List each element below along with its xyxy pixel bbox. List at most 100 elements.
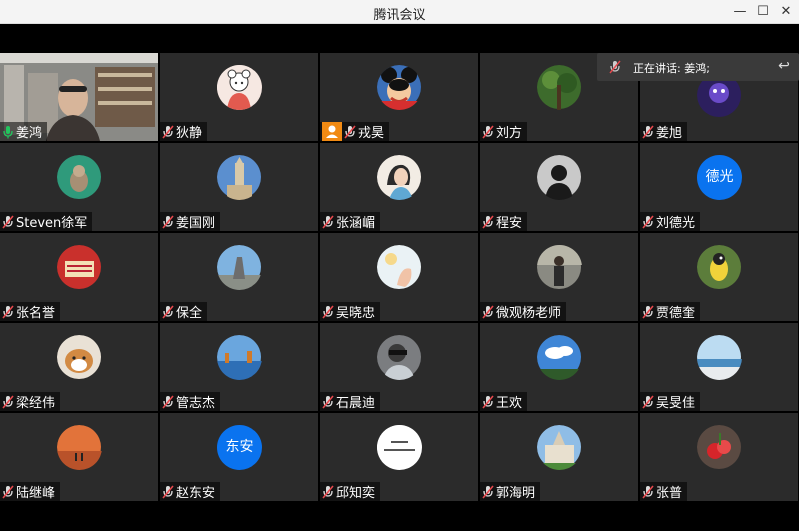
participant-name: 石晨迪 (336, 396, 376, 411)
participant-avatar (377, 245, 422, 290)
speaker-mic-icon (609, 60, 621, 74)
mic-muted-icon (642, 304, 654, 319)
participant-label: 赵东安 (160, 482, 221, 501)
participant-name: 赵东安 (176, 486, 216, 501)
participant-label: 张名誉 (0, 302, 61, 321)
participant-label: 刘方 (480, 122, 528, 141)
participant-tile[interactable]: 邱知奕 (320, 413, 478, 501)
participant-avatar: 德光 (697, 155, 742, 200)
participant-label: 姜鸿 (0, 122, 48, 141)
participant-label: 戎昊 (320, 122, 390, 141)
participant-name: 吴晓忠 (336, 306, 376, 321)
participant-label: 管志杰 (160, 392, 221, 411)
participant-label: 保全 (160, 302, 208, 321)
participant-name: 狄静 (176, 126, 203, 141)
participant-avatar (377, 335, 422, 380)
mic-muted-icon (322, 214, 334, 229)
participant-tile[interactable]: 石晨迪 (320, 323, 478, 411)
mic-muted-icon (162, 484, 174, 499)
participant-avatar (537, 425, 582, 470)
participant-tile[interactable]: 戎昊 (320, 53, 478, 141)
participant-name: 程安 (496, 216, 523, 231)
participant-tile[interactable]: 张普 (640, 413, 798, 501)
participant-label: 吴晓忠 (320, 302, 381, 321)
participant-label: 梁经伟 (0, 392, 61, 411)
mic-muted-icon (482, 124, 494, 139)
mic-muted-icon (322, 304, 334, 319)
mic-muted-icon (642, 214, 654, 229)
mic-muted-icon (482, 484, 494, 499)
participant-tile[interactable]: 姜国刚 (160, 143, 318, 231)
participant-tile[interactable]: 微观杨老师 (480, 233, 638, 321)
participant-avatar (57, 245, 102, 290)
participant-avatar (217, 335, 262, 380)
participant-tile[interactable]: 张涵嵋 (320, 143, 478, 231)
top-toolbar-area (0, 24, 799, 53)
mic-muted-icon (482, 304, 494, 319)
participant-tile[interactable]: 狄静 (160, 53, 318, 141)
participant-avatar: 东安 (217, 425, 262, 470)
participant-name: 姜旭 (656, 126, 683, 141)
bottom-toolbar-area (0, 502, 799, 531)
participant-label: 贾德奎 (640, 302, 701, 321)
mic-muted-icon (2, 304, 14, 319)
participant-tile[interactable]: 王欢 (480, 323, 638, 411)
participant-tile[interactable]: 德光 刘德光 (640, 143, 798, 231)
participant-name: 梁经伟 (16, 396, 56, 411)
participant-avatar (697, 335, 742, 380)
mic-on-icon (3, 125, 13, 138)
participant-label: 王欢 (480, 392, 528, 411)
participant-avatar (217, 245, 262, 290)
close-button[interactable]: ✕ (776, 2, 796, 22)
participant-avatar (57, 155, 102, 200)
participant-tile[interactable]: 东安 赵东安 (160, 413, 318, 501)
mic-muted-icon (162, 124, 174, 139)
participant-name: Steven徐军 (16, 216, 88, 231)
participant-tile[interactable]: 梁经伟 (0, 323, 158, 411)
maximize-button[interactable]: ☐ (753, 2, 773, 22)
minimize-button[interactable]: — (730, 2, 750, 22)
mic-muted-icon (2, 484, 14, 499)
host-badge-icon (322, 122, 342, 141)
participant-tile[interactable]: 吴旻佳 (640, 323, 798, 411)
participant-label: 郭海明 (480, 482, 541, 501)
participant-name: 微观杨老师 (496, 306, 562, 321)
participant-label: 微观杨老师 (480, 302, 567, 321)
mic-muted-icon (322, 484, 334, 499)
participant-tile[interactable]: 贾德奎 (640, 233, 798, 321)
participant-tile[interactable]: 保全 (160, 233, 318, 321)
participant-name: 刘方 (496, 126, 523, 141)
collapse-icon[interactable]: ↩ (775, 57, 793, 75)
participant-tile[interactable]: Steven徐军 (0, 143, 158, 231)
participant-label: 邱知奕 (320, 482, 381, 501)
speaking-text: 正在讲话: 姜鸿; (633, 62, 710, 75)
participant-tile[interactable]: 程安 (480, 143, 638, 231)
participant-label: 张普 (640, 482, 688, 501)
participant-name: 邱知奕 (336, 486, 376, 501)
mic-muted-icon (322, 394, 334, 409)
participant-label: 狄静 (160, 122, 208, 141)
participant-tile[interactable]: 郭海明 (480, 413, 638, 501)
participant-tile[interactable]: 吴晓忠 (320, 233, 478, 321)
mic-muted-icon (642, 124, 654, 139)
participant-name: 吴旻佳 (656, 396, 696, 411)
participant-label: 石晨迪 (320, 392, 381, 411)
mic-muted-icon (2, 214, 14, 229)
participant-label: 程安 (480, 212, 528, 231)
window-titlebar: 腾讯会议 — ☐ ✕ (0, 0, 799, 24)
participant-tile[interactable]: 陆继峰 (0, 413, 158, 501)
participant-tile[interactable]: 姜鸿 (0, 53, 158, 141)
participant-name: 刘德光 (656, 216, 696, 231)
participant-label: 吴旻佳 (640, 392, 701, 411)
participant-label: 刘德光 (640, 212, 701, 231)
participant-name: 管志杰 (176, 396, 216, 411)
participant-tile[interactable]: 张名誉 (0, 233, 158, 321)
participant-name: 陆继峰 (16, 486, 56, 501)
speaking-indicator[interactable]: 正在讲话: 姜鸿; ↩ (597, 53, 799, 81)
participant-avatar (217, 155, 262, 200)
mic-muted-icon (2, 394, 14, 409)
participant-tile[interactable]: 管志杰 (160, 323, 318, 411)
participant-name: 张名誉 (16, 306, 56, 321)
participant-avatar (217, 65, 262, 110)
participant-name: 姜鸿 (16, 126, 43, 141)
